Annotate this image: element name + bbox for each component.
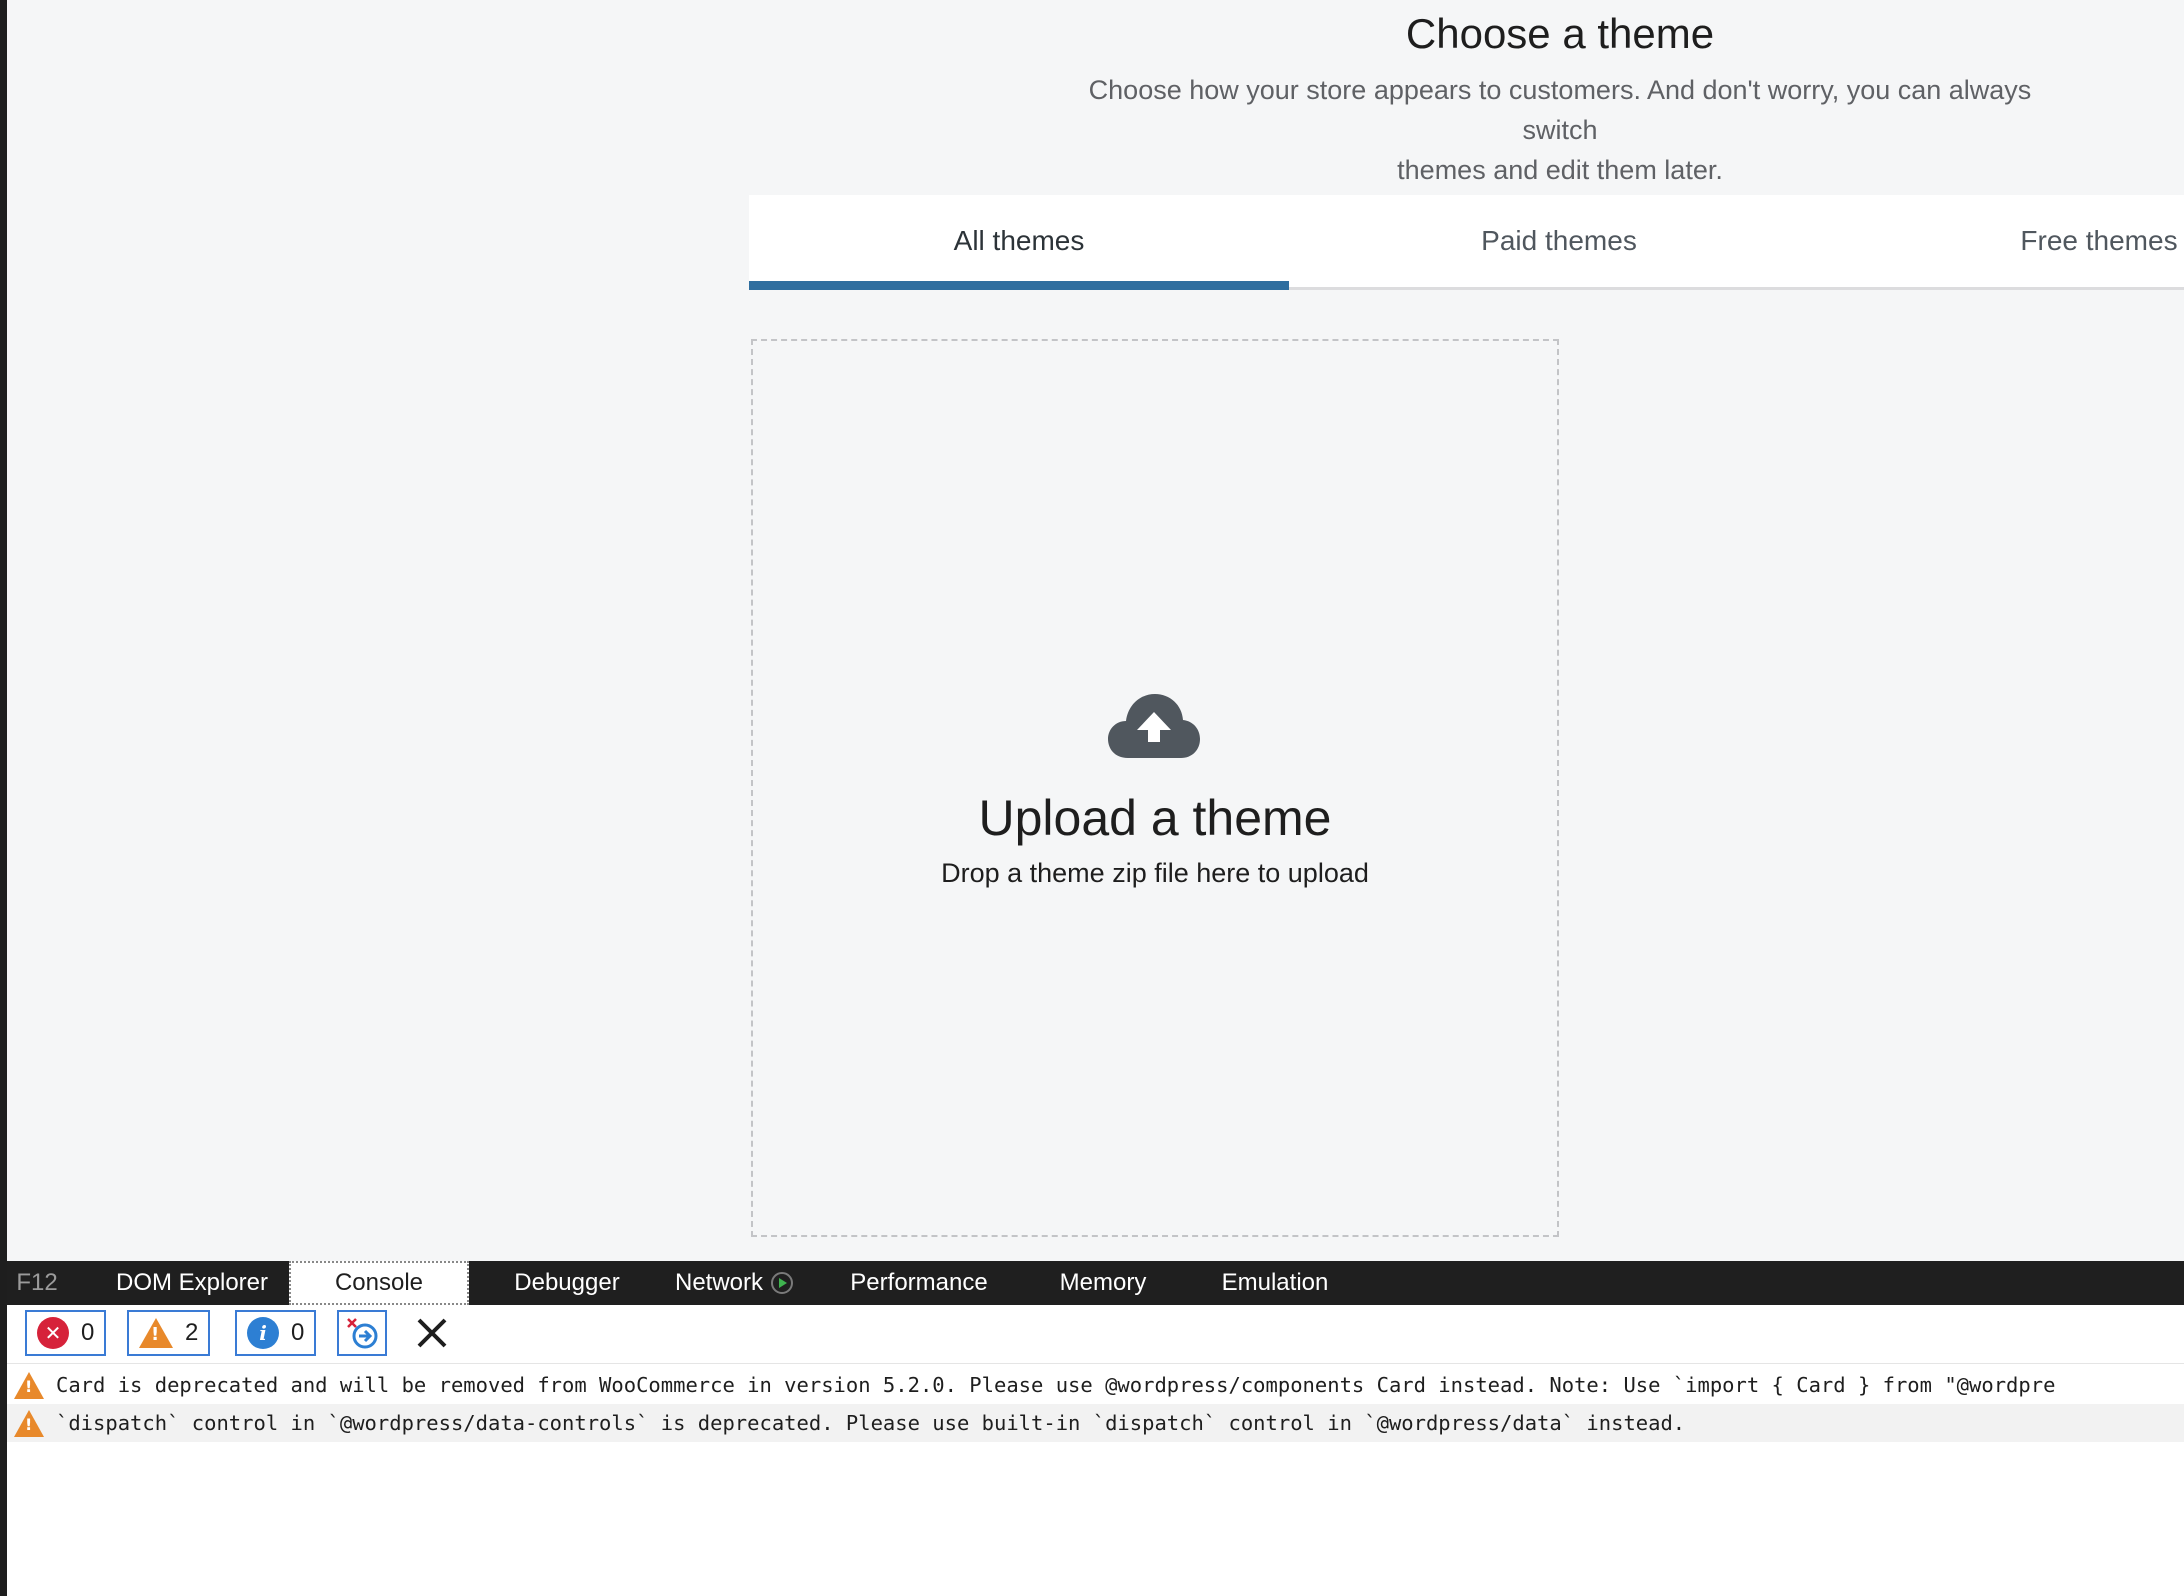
clear-on-navigate-icon: [347, 1318, 378, 1349]
devtools-tab-dom-explorer[interactable]: DOM Explorer: [107, 1261, 277, 1305]
window-left-edge: [0, 0, 7, 1596]
cloud-upload-icon: [1108, 694, 1200, 758]
page-subtitle-line-2: themes and edit them later.: [1397, 155, 1723, 185]
network-record-icon: [771, 1272, 794, 1294]
console-message-text: Card is deprecated and will be removed f…: [56, 1373, 2056, 1397]
errors-count: 0: [81, 1319, 95, 1346]
console-message-text: `dispatch` control in `@wordpress/data-c…: [56, 1411, 1686, 1435]
console-message[interactable]: ! `dispatch` control in `@wordpress/data…: [7, 1404, 2184, 1442]
devtools-f12-label: F12: [16, 1269, 58, 1296]
devtools-tab-emulation[interactable]: Emulation: [1203, 1261, 1347, 1305]
warnings-filter-button[interactable]: ! 2: [127, 1310, 211, 1356]
devtools-tab-network-label: Network: [674, 1269, 764, 1296]
info-count: 0: [291, 1319, 305, 1346]
tab-all-themes[interactable]: All themes: [749, 195, 1289, 290]
console-toolbar: ✕ 0 ! 2 i 0: [7, 1305, 2184, 1364]
info-filter-button[interactable]: i 0: [235, 1310, 317, 1356]
devtools-tab-performance[interactable]: Performance: [839, 1261, 999, 1305]
devtools-tab-console[interactable]: Console: [289, 1261, 469, 1305]
warning-icon: !: [14, 1371, 44, 1399]
warning-icon: !: [14, 1409, 44, 1437]
devtools-tab-bar: F12 DOM Explorer Console Debugger Networ…: [7, 1261, 2184, 1305]
tab-paid-themes[interactable]: Paid themes: [1289, 195, 1829, 287]
page-subtitle-line-1: Choose how your store appears to custome…: [1088, 75, 2032, 145]
page-title: Choose a theme: [1405, 10, 1715, 57]
devtools-tab-debugger[interactable]: Debugger: [497, 1261, 637, 1305]
tab-free-themes[interactable]: Free themes: [1829, 195, 2184, 287]
console-message[interactable]: ! Card is deprecated and will be removed…: [7, 1366, 2184, 1404]
close-icon: [417, 1318, 447, 1348]
theme-tabs: All themes Paid themes Free themes: [749, 195, 2184, 290]
devtools-tab-memory[interactable]: Memory: [1043, 1261, 1163, 1305]
warnings-count: 2: [185, 1319, 199, 1346]
clear-on-navigate-button[interactable]: [337, 1310, 387, 1356]
upload-title: Upload a theme: [978, 790, 1332, 846]
devtools-tab-network[interactable]: Network: [659, 1261, 809, 1305]
errors-filter-button[interactable]: ✕ 0: [25, 1310, 107, 1356]
upload-description: Drop a theme zip file here to upload: [941, 858, 1369, 888]
page-subtitle: Choose how your store appears to custome…: [1060, 70, 2060, 190]
error-icon: ✕: [37, 1317, 69, 1349]
warning-icon: !: [139, 1318, 173, 1348]
clear-console-button[interactable]: [407, 1310, 457, 1356]
console-panel: ✕ 0 ! 2 i 0 ! Card is deprecated and wil…: [7, 1305, 2184, 1596]
info-icon: i: [247, 1317, 279, 1349]
